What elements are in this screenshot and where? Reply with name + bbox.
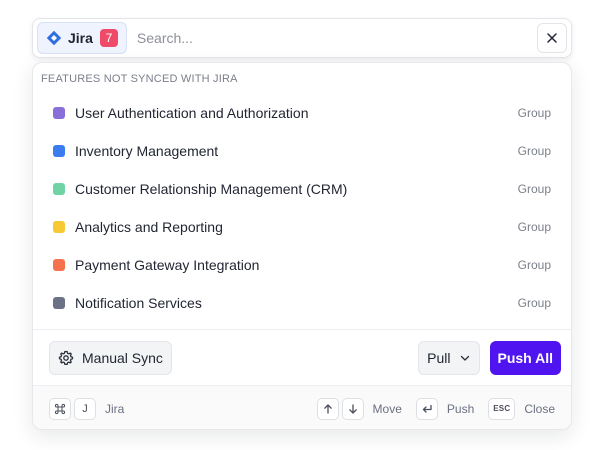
action-bar: Manual Sync Pull Push All	[33, 329, 571, 385]
manual-sync-label: Manual Sync	[82, 349, 163, 366]
list-item[interactable]: User Authentication and Authorization Gr…	[33, 94, 571, 132]
color-swatch	[53, 221, 65, 233]
close-button[interactable]	[537, 23, 567, 53]
color-swatch	[53, 107, 65, 119]
item-type: Group	[517, 220, 551, 234]
list-item[interactable]: Customer Relationship Management (CRM) G…	[33, 170, 571, 208]
pull-dropdown[interactable]: Pull	[418, 340, 480, 375]
color-swatch	[53, 259, 65, 271]
manual-sync-button[interactable]: Manual Sync	[49, 340, 172, 375]
item-type: Group	[517, 144, 551, 158]
item-name: User Authentication and Authorization	[75, 105, 309, 121]
push-all-button[interactable]: Push All	[489, 340, 561, 375]
search-bar: Jira 7	[32, 18, 572, 58]
item-name: Notification Services	[75, 295, 202, 311]
list-item[interactable]: Analytics and Reporting Group	[33, 208, 571, 246]
push-hint-label: Push	[446, 401, 475, 416]
feature-list: User Authentication and Authorization Gr…	[33, 94, 571, 322]
move-hint-label: Move	[372, 401, 402, 416]
sync-panel: FEATURES NOT SYNCED WITH JIRA User Authe…	[32, 62, 572, 430]
color-swatch	[53, 145, 65, 157]
color-swatch	[53, 297, 65, 309]
list-item[interactable]: Notification Services Group	[33, 284, 571, 322]
chevron-down-icon	[460, 355, 469, 361]
item-name: Payment Gateway Integration	[75, 257, 260, 273]
list-item[interactable]: Payment Gateway Integration Group	[33, 246, 571, 284]
item-type: Group	[517, 182, 551, 196]
color-swatch	[53, 183, 65, 195]
unsynced-count-badge: 7	[99, 29, 118, 47]
gear-icon	[58, 350, 74, 365]
search-input[interactable]	[136, 23, 537, 53]
enter-key-icon	[415, 397, 438, 420]
jira-logo-icon	[46, 30, 62, 46]
item-type: Group	[517, 106, 551, 120]
section-title: FEATURES NOT SYNCED WITH JIRA	[41, 73, 238, 85]
arrow-up-icon	[316, 397, 339, 420]
item-type: Group	[517, 296, 551, 310]
close-icon	[547, 33, 557, 43]
jira-hint-label: Jira	[105, 401, 125, 416]
keyboard-hints: J Jira Move Push ESC Close	[33, 385, 571, 429]
list-item[interactable]: Inventory Management Group	[33, 132, 571, 170]
esc-key: ESC	[488, 397, 516, 420]
pull-label: Pull	[427, 349, 451, 366]
item-name: Analytics and Reporting	[75, 219, 223, 235]
item-name: Inventory Management	[75, 143, 219, 159]
j-key: J	[74, 397, 96, 420]
arrow-down-icon	[341, 397, 364, 420]
close-hint-label: Close	[524, 401, 555, 416]
item-type: Group	[517, 258, 551, 272]
source-label: Jira	[68, 30, 93, 46]
source-chip-jira[interactable]: Jira 7	[37, 22, 127, 54]
item-name: Customer Relationship Management (CRM)	[75, 181, 348, 197]
command-key-icon	[49, 397, 71, 420]
